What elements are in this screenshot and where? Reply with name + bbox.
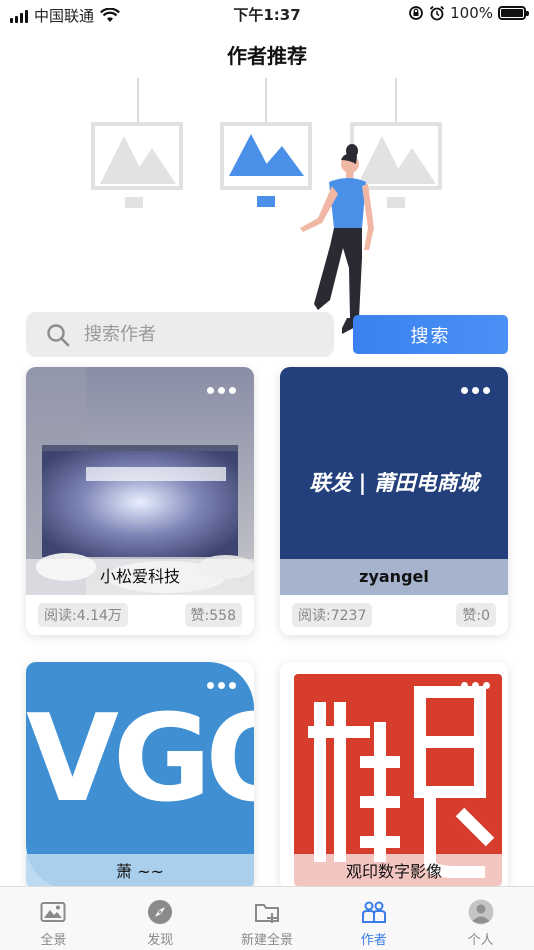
hero-illustration	[91, 78, 442, 334]
tab-bar: 全景 发现 新建全景 作者 个人	[0, 886, 534, 950]
author-name: 萧 ~~	[26, 854, 254, 890]
more-options-icon[interactable]	[207, 387, 236, 394]
status-right: 100%	[408, 4, 529, 22]
alarm-icon	[429, 5, 445, 21]
status-bar: 中国联通 下午1:37 100%	[0, 0, 534, 28]
profile-icon	[468, 899, 494, 925]
more-options-icon[interactable]	[207, 682, 236, 689]
reads-count: 阅读:4.14万	[38, 603, 128, 627]
search-icon	[47, 323, 70, 346]
tab-panorama[interactable]: 全景	[0, 887, 107, 950]
tab-profile[interactable]: 个人	[427, 887, 534, 950]
authors-icon	[361, 901, 386, 923]
tab-discover[interactable]: 发现	[107, 887, 214, 950]
author-name: 观印数字影像	[280, 854, 508, 890]
compass-icon	[148, 900, 173, 924]
more-options-icon[interactable]	[461, 387, 490, 394]
panorama-icon	[40, 902, 66, 922]
cover-banner-text: 联发 | 莆田电商城	[309, 471, 479, 495]
left-picture-frame	[91, 122, 183, 208]
tab-label: 发现	[147, 933, 174, 948]
rotation-lock-icon	[409, 6, 424, 20]
author-cover: VGO 萧 ~~	[26, 662, 254, 890]
author-cover: 联发 | 莆田电商城 zyangel	[280, 367, 508, 595]
author-cover: 小松爱科技	[26, 367, 254, 595]
center-picture-frame	[220, 122, 312, 207]
search-button[interactable]: 搜索	[353, 315, 508, 354]
battery-icon	[498, 6, 529, 20]
author-stats: 阅读:4.14万 赞:558	[26, 595, 254, 635]
author-card[interactable]: 小松爱科技 阅读:4.14万 赞:558	[26, 367, 254, 635]
author-cover: 观印数字影像	[280, 662, 508, 890]
likes-count: 赞:0	[456, 603, 496, 627]
author-name: zyangel	[280, 559, 508, 595]
tab-label: 个人	[467, 933, 494, 948]
new-folder-icon	[254, 904, 279, 923]
search-box[interactable]	[26, 312, 334, 357]
author-card[interactable]: VGO 萧 ~~	[26, 662, 254, 890]
battery-percent: 100%	[450, 4, 493, 22]
more-options-icon[interactable]	[461, 682, 490, 689]
reads-count: 阅读:7237	[292, 603, 373, 627]
tab-label: 全景	[40, 933, 67, 948]
screen: 中国联通 下午1:37 100% 作者推荐 搜索作者 搜索 小松爱科技 阅读:4…	[0, 0, 534, 950]
likes-count: 赞:558	[184, 603, 242, 627]
tab-new-panorama[interactable]: 新建全景	[214, 887, 321, 950]
cover-banner-text: VGO	[26, 690, 254, 829]
tab-label: 作者	[360, 933, 387, 948]
author-card[interactable]: 观印数字影像	[280, 662, 508, 890]
author-stats: 阅读:7237 赞:0	[280, 595, 508, 635]
author-card[interactable]: 联发 | 莆田电商城 zyangel 阅读:7237 赞:0	[280, 367, 508, 635]
author-name: 小松爱科技	[26, 559, 254, 595]
tab-authors[interactable]: 作者	[320, 887, 427, 950]
search-input[interactable]	[84, 324, 304, 345]
tab-label: 新建全景	[240, 933, 293, 948]
page-title: 作者推荐	[227, 44, 307, 68]
